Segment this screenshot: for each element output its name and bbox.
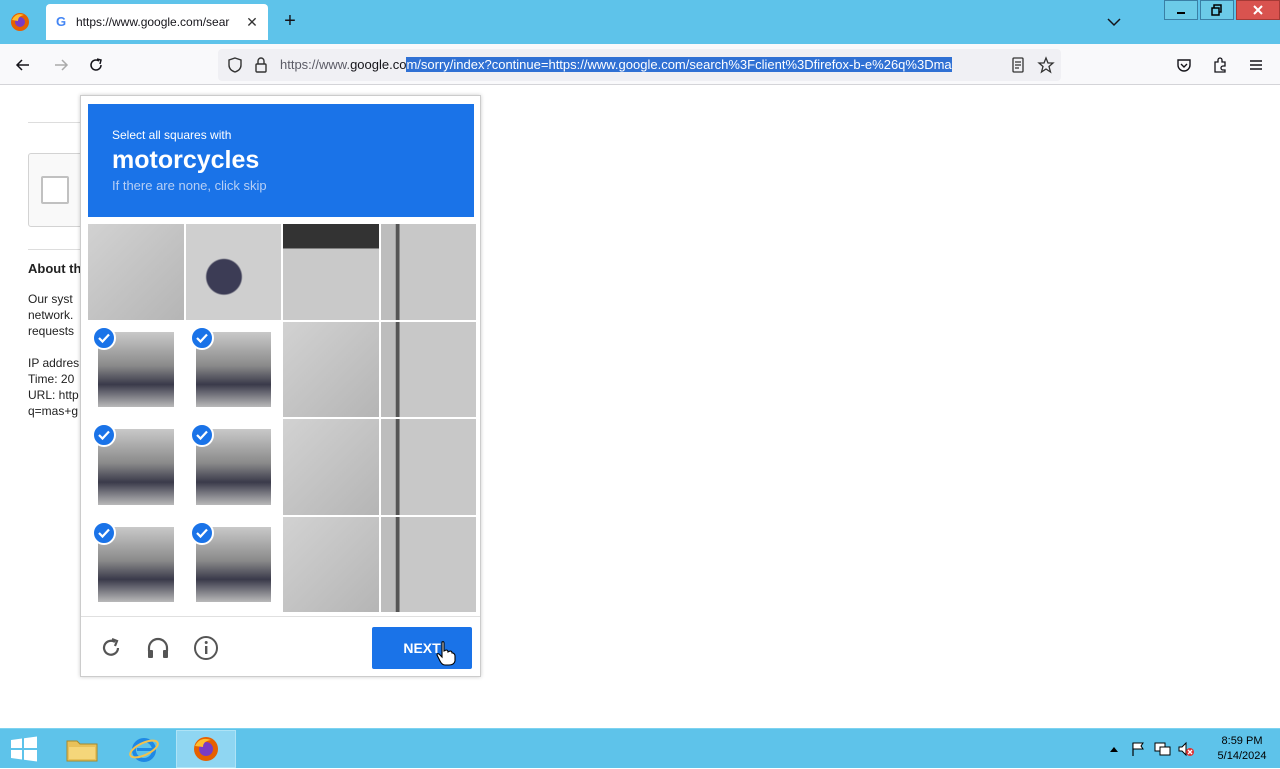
- tile-image: [380, 516, 476, 612]
- challenge-tile[interactable]: [380, 419, 476, 515]
- tile-selected-check-icon: [92, 520, 116, 545]
- challenge-footer: NEXT: [81, 616, 480, 676]
- challenge-tile[interactable]: [380, 516, 476, 612]
- minimize-icon[interactable]: [1164, 0, 1198, 20]
- google-favicon-icon: G: [55, 14, 67, 29]
- app-menu-icon[interactable]: [1245, 54, 1267, 76]
- firefox-menu-icon[interactable]: [8, 10, 32, 34]
- info-icon[interactable]: [193, 635, 219, 661]
- navigation-bar: https://www.google.com/sorry/index?conti…: [0, 44, 1280, 85]
- bookmark-star-icon[interactable]: [1037, 56, 1055, 74]
- challenge-tile[interactable]: [185, 516, 281, 612]
- restore-icon[interactable]: [1200, 0, 1234, 20]
- divider: [28, 122, 88, 123]
- challenge-tile[interactable]: [88, 516, 184, 612]
- url-host: google.co: [350, 57, 407, 72]
- about-heading: About th: [28, 261, 82, 276]
- network-icon[interactable]: [1152, 739, 1172, 759]
- tile-image: [283, 419, 379, 515]
- taskbar: 8:59 PM 5/14/2024: [0, 728, 1280, 768]
- new-tab-icon[interactable]: +: [280, 11, 300, 32]
- url-bar[interactable]: https://www.google.com/sorry/index?conti…: [218, 49, 1061, 81]
- tile-selected-check-icon: [92, 423, 116, 447]
- tile-selected-check-icon: [189, 423, 214, 447]
- url-line[interactable]: URL: http: [28, 387, 79, 403]
- extensions-icon[interactable]: [1209, 54, 1231, 76]
- volume-muted-icon[interactable]: [1176, 739, 1196, 759]
- reload-icon[interactable]: [85, 54, 107, 76]
- challenge-tile[interactable]: [380, 321, 476, 417]
- url-text[interactable]: https://www.google.com/sorry/index?conti…: [280, 57, 1000, 72]
- pocket-icon[interactable]: [1173, 54, 1195, 76]
- challenge-tile[interactable]: [185, 224, 281, 320]
- window-close-icon[interactable]: [1236, 0, 1280, 20]
- tab-close-icon[interactable]: ✕: [244, 14, 260, 30]
- time-line: Time: 20: [28, 372, 75, 386]
- challenge-tile[interactable]: [88, 419, 184, 515]
- tile-image: [380, 321, 476, 417]
- internet-explorer-icon[interactable]: [114, 730, 174, 768]
- hand-cursor-icon: [436, 640, 456, 666]
- window-controls: [1162, 0, 1280, 20]
- tile-image: [283, 516, 379, 612]
- clock-date: 5/14/2024: [1217, 750, 1267, 762]
- reload-challenge-icon[interactable]: [98, 635, 124, 661]
- recaptcha-challenge: Select all squares with motorcycles If t…: [80, 95, 481, 677]
- challenge-tile[interactable]: [283, 516, 379, 612]
- divider: [28, 249, 88, 250]
- challenge-tile[interactable]: [88, 224, 184, 320]
- clock-time: 8:59 PM: [1221, 735, 1263, 747]
- tab-strip: G https://www.google.com/sear ✕ +: [0, 0, 1280, 44]
- file-explorer-icon[interactable]: [52, 730, 112, 768]
- action-center-flag-icon[interactable]: [1128, 739, 1148, 759]
- paragraph-line: requests: [28, 324, 75, 338]
- recaptcha-widget: [28, 153, 88, 227]
- challenge-tile[interactable]: [283, 224, 379, 320]
- recaptcha-checkbox[interactable]: [41, 176, 69, 204]
- reader-view-icon[interactable]: [1009, 56, 1027, 74]
- paragraph-line: network.: [28, 308, 74, 322]
- tile-selected-check-icon: [189, 325, 214, 350]
- back-icon[interactable]: [12, 54, 34, 76]
- system-tray: 8:59 PM 5/14/2024: [1102, 729, 1280, 769]
- tile-image: [380, 419, 476, 515]
- paragraph-line: Our syst: [28, 292, 73, 306]
- tile-selected-check-icon: [189, 520, 214, 545]
- start-windows-icon[interactable]: [8, 735, 40, 763]
- challenge-header: Select all squares with motorcycles If t…: [88, 104, 474, 217]
- lock-icon[interactable]: [252, 56, 270, 74]
- url-prefix: https://www.: [280, 57, 351, 72]
- challenge-instruction: Select all squares with: [112, 128, 232, 142]
- challenge-tile[interactable]: [283, 321, 379, 417]
- browser-tab[interactable]: G https://www.google.com/sear ✕: [46, 4, 268, 40]
- forward-icon[interactable]: [50, 54, 72, 76]
- query-line[interactable]: q=mas+g: [28, 403, 78, 419]
- image-grid: [88, 224, 476, 612]
- tile-image: [380, 224, 476, 320]
- tab-title: https://www.google.com/sear: [76, 15, 230, 29]
- audio-challenge-icon[interactable]: [145, 635, 171, 661]
- challenge-tile[interactable]: [283, 419, 379, 515]
- tile-image: [88, 224, 184, 320]
- challenge-tile[interactable]: [185, 321, 281, 417]
- tile-selected-check-icon: [92, 325, 116, 350]
- clock[interactable]: 8:59 PM 5/14/2024: [1204, 734, 1280, 764]
- url-selected-text: m/sorry/index?continue=https://www.googl…: [406, 57, 952, 72]
- challenge-hint: If there are none, click skip: [112, 178, 267, 193]
- tile-image: [185, 224, 281, 320]
- challenge-tile[interactable]: [380, 224, 476, 320]
- list-all-tabs-icon[interactable]: [1104, 12, 1124, 32]
- challenge-tile[interactable]: [88, 321, 184, 417]
- tile-image: [283, 321, 379, 417]
- next-button[interactable]: NEXT: [372, 627, 472, 669]
- firefox-taskbar-icon[interactable]: [176, 730, 236, 768]
- tile-image: [283, 224, 379, 320]
- challenge-target: motorcycles: [112, 146, 260, 174]
- challenge-tile[interactable]: [185, 419, 281, 515]
- show-hidden-icons-icon[interactable]: [1104, 739, 1124, 759]
- tracking-protection-shield-icon[interactable]: [226, 56, 244, 74]
- ip-address-line: IP addres: [28, 356, 80, 370]
